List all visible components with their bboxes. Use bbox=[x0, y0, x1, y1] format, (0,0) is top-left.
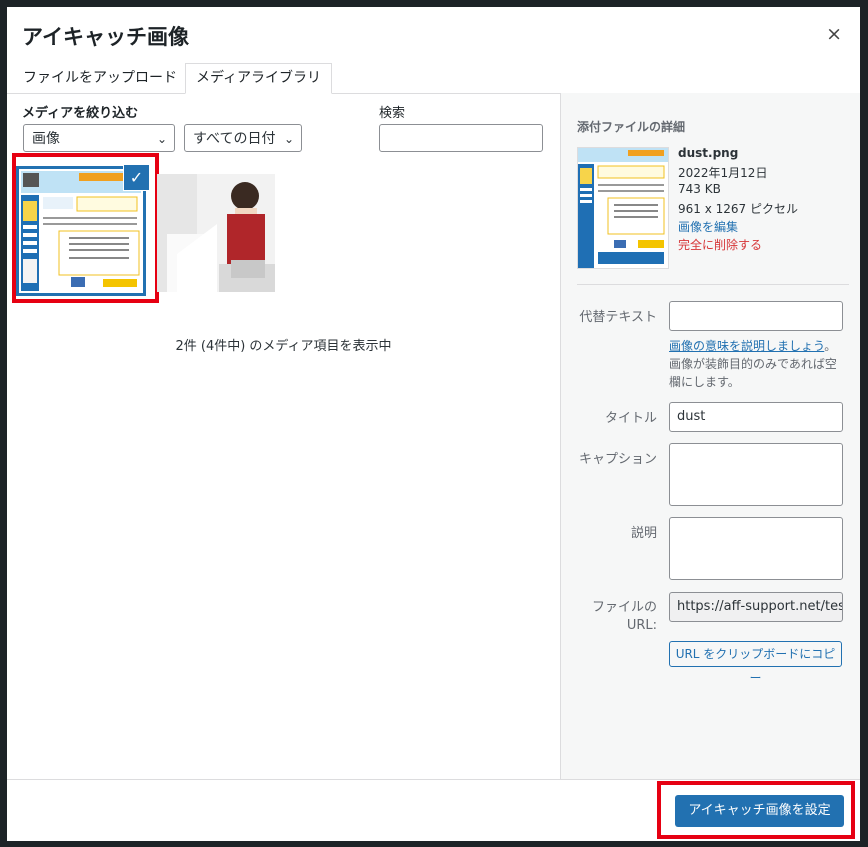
alt-text-input[interactable] bbox=[669, 301, 843, 331]
modal-title: アイキャッチ画像 bbox=[22, 25, 189, 49]
chevron-down-icon: ⌄ bbox=[156, 132, 167, 146]
file-url-label: ファイルの URL: bbox=[591, 600, 657, 634]
filter-label: メディアを絞り込む bbox=[22, 106, 139, 121]
media-item-photo[interactable] bbox=[157, 174, 275, 292]
date-select[interactable]: すべての日付 ⌄ bbox=[184, 124, 302, 152]
tab-bar: ファイルをアップロード メディアライブラリ bbox=[7, 57, 563, 94]
caption-textarea[interactable] bbox=[669, 443, 843, 506]
chevron-down-icon: ⌄ bbox=[283, 132, 294, 146]
item-count-text: 2件 (4件中) のメディア項目を表示中 bbox=[175, 339, 392, 354]
photo-thumbnail bbox=[157, 174, 275, 292]
copy-url-button[interactable]: URL をクリップボードにコピー bbox=[669, 641, 842, 685]
search-label: 検索 bbox=[379, 106, 406, 121]
media-type-select[interactable]: 画像 ⌄ bbox=[23, 124, 175, 152]
tab-media-library[interactable]: メディアライブラリ bbox=[185, 63, 333, 94]
delete-permanently-link[interactable]: 完全に削除する bbox=[678, 236, 762, 253]
description-label: 説明 bbox=[630, 526, 657, 541]
attachment-filename: dust.png bbox=[678, 146, 739, 160]
alt-text-help: 画像の意味を説明しましょう。画像が装飾目的のみであれば空欄にします。 bbox=[669, 337, 845, 391]
attachment-size: 743 KB bbox=[678, 182, 721, 196]
edit-image-link[interactable]: 画像を編集 bbox=[678, 218, 738, 235]
attachment-preview-image bbox=[578, 148, 668, 268]
attachment-details-heading: 添付ファイルの詳細 bbox=[577, 120, 686, 134]
close-icon[interactable]: × bbox=[826, 23, 842, 45]
media-modal: アイキャッチ画像 × ファイルをアップロード メディアライブラリ メディアを絞り… bbox=[7, 7, 860, 841]
caption-label: キャプション bbox=[578, 452, 657, 467]
date-value: すべての日付 bbox=[193, 131, 276, 147]
description-textarea[interactable] bbox=[669, 517, 843, 580]
button-highlight bbox=[657, 781, 855, 839]
title-input[interactable]: dust bbox=[669, 402, 843, 432]
attachment-preview bbox=[577, 147, 669, 269]
search-input[interactable] bbox=[379, 124, 543, 152]
alt-text-label: 代替テキスト bbox=[579, 310, 657, 325]
title-label: タイトル bbox=[604, 411, 657, 426]
attachment-date: 2022年1月12日 bbox=[678, 166, 768, 180]
attachment-dimensions: 961 x 1267 ピクセル bbox=[678, 202, 798, 216]
tab-upload[interactable]: ファイルをアップロード bbox=[13, 64, 187, 93]
media-type-value: 画像 bbox=[32, 131, 60, 147]
details-separator bbox=[577, 284, 849, 285]
file-url-input[interactable]: https://aff-support.net/test/ bbox=[669, 592, 843, 622]
alt-text-help-link[interactable]: 画像の意味を説明しましょう bbox=[669, 339, 824, 353]
checkmark-icon[interactable]: ✓ bbox=[123, 164, 150, 191]
